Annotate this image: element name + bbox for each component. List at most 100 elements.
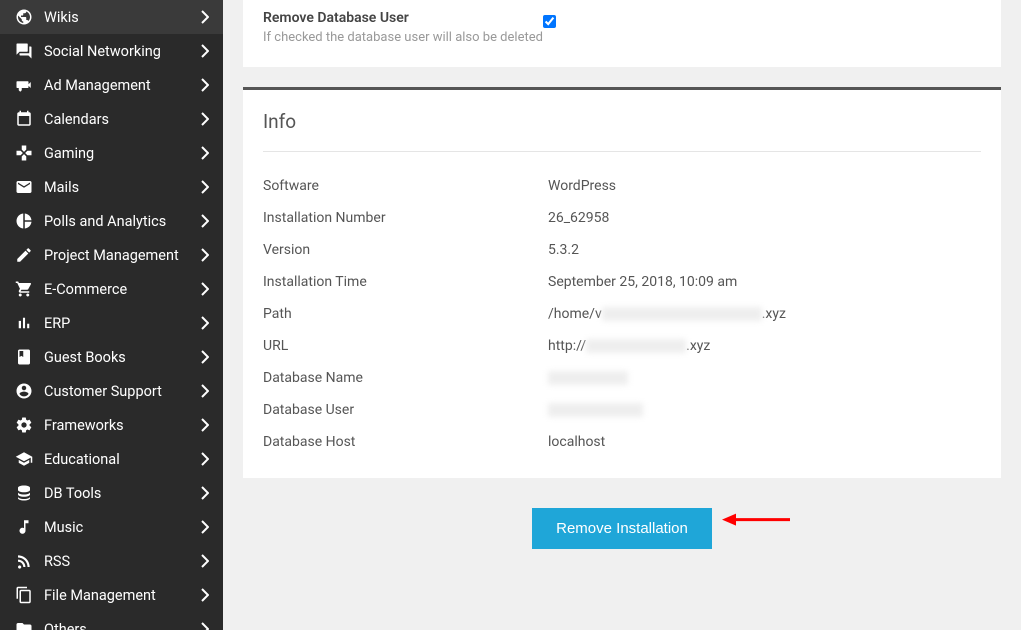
sidebar-item-erp[interactable]: ERP [0, 306, 223, 340]
info-label: URL [263, 338, 548, 354]
chevron-right-icon [201, 78, 209, 92]
info-value: September 25, 2018, 10:09 am [548, 274, 981, 290]
sidebar-item-music[interactable]: Music [0, 510, 223, 544]
sidebar-item-label: Social Networking [44, 43, 201, 60]
sidebar-item-label: File Management [44, 587, 201, 604]
chevron-right-icon [201, 316, 209, 330]
sidebar-item-rss[interactable]: RSS [0, 544, 223, 578]
chevron-right-icon [201, 554, 209, 568]
sidebar-item-ad-management[interactable]: Ad Management [0, 68, 223, 102]
info-label: Software [263, 178, 548, 194]
sidebar-item-label: Educational [44, 451, 201, 468]
sidebar-item-file-management[interactable]: File Management [0, 578, 223, 612]
sidebar-item-label: E-Commerce [44, 281, 201, 298]
redacted-text [548, 371, 628, 385]
rss-icon [14, 552, 34, 570]
url-suffix: .xyz [686, 338, 710, 354]
sidebar-item-label: ERP [44, 315, 201, 332]
sidebar-item-label: Project Management [44, 247, 201, 264]
sidebar-item-ecommerce[interactable]: E-Commerce [0, 272, 223, 306]
chevron-right-icon [201, 588, 209, 602]
sidebar-item-customer-support[interactable]: Customer Support [0, 374, 223, 408]
info-label: Installation Time [263, 274, 548, 290]
sidebar-item-polls-analytics[interactable]: Polls and Analytics [0, 204, 223, 238]
sidebar-item-gaming[interactable]: Gaming [0, 136, 223, 170]
remove-installation-button[interactable]: Remove Installation [532, 508, 712, 549]
chevron-right-icon [201, 282, 209, 296]
globe-icon [14, 8, 34, 26]
info-row-installation-time: Installation Time September 25, 2018, 10… [263, 266, 981, 298]
sidebar: Wikis Social Networking Ad Management Ca… [0, 0, 223, 630]
info-title: Info [263, 110, 981, 152]
sidebar-item-label: Frameworks [44, 417, 201, 434]
bullhorn-icon [14, 76, 34, 94]
remove-db-description: If checked the database user will also b… [263, 29, 543, 47]
sidebar-item-educational[interactable]: Educational [0, 442, 223, 476]
sidebar-item-wikis[interactable]: Wikis [0, 0, 223, 34]
sidebar-item-calendars[interactable]: Calendars [0, 102, 223, 136]
url-prefix: http:// [548, 338, 586, 354]
path-suffix: .xyz [762, 306, 786, 322]
sidebar-item-frameworks[interactable]: Frameworks [0, 408, 223, 442]
graduation-cap-icon [14, 450, 34, 468]
info-row-database-host: Database Host localhost [263, 426, 981, 458]
cart-icon [14, 280, 34, 298]
chevron-right-icon [201, 248, 209, 262]
sidebar-item-others[interactable]: Others [0, 612, 223, 630]
remove-db-panel: Remove Database User If checked the data… [243, 0, 1001, 67]
path-prefix: /home/v [548, 306, 602, 322]
sidebar-item-label: Wikis [44, 9, 201, 26]
info-row-database-name: Database Name [263, 362, 981, 394]
sidebar-item-db-tools[interactable]: DB Tools [0, 476, 223, 510]
redacted-text [548, 403, 643, 417]
info-row-version: Version 5.3.2 [263, 234, 981, 266]
sidebar-item-project-management[interactable]: Project Management [0, 238, 223, 272]
chevron-right-icon [201, 520, 209, 534]
remove-db-checkbox[interactable] [543, 15, 556, 28]
sidebar-item-mails[interactable]: Mails [0, 170, 223, 204]
sidebar-item-guest-books[interactable]: Guest Books [0, 340, 223, 374]
chevron-right-icon [201, 146, 209, 160]
action-row: Remove Installation [243, 478, 1001, 569]
chevron-right-icon [201, 452, 209, 466]
info-label: Version [263, 242, 548, 258]
remove-db-title: Remove Database User [263, 10, 543, 26]
sidebar-item-label: Calendars [44, 111, 201, 128]
sidebar-item-label: RSS [44, 553, 201, 570]
life-ring-icon [14, 382, 34, 400]
pie-chart-icon [14, 212, 34, 230]
info-row-path: Path /home/v .xyz [263, 298, 981, 330]
book-icon [14, 348, 34, 366]
chevron-right-icon [201, 622, 209, 630]
comments-icon [14, 42, 34, 60]
envelope-icon [14, 178, 34, 196]
sidebar-item-label: Customer Support [44, 383, 201, 400]
info-row-url: URL http:// .xyz [263, 330, 981, 362]
sidebar-item-label: DB Tools [44, 485, 201, 502]
chevron-right-icon [201, 44, 209, 58]
info-label: Database Name [263, 370, 548, 386]
folder-open-icon [14, 620, 34, 630]
sidebar-item-label: Mails [44, 179, 201, 196]
main-content: Remove Database User If checked the data… [223, 0, 1021, 630]
info-value: WordPress [548, 178, 981, 194]
sidebar-item-label: Music [44, 519, 201, 536]
info-label: Path [263, 306, 548, 322]
chevron-right-icon [201, 112, 209, 126]
info-value: http:// .xyz [548, 338, 981, 354]
sidebar-item-social-networking[interactable]: Social Networking [0, 34, 223, 68]
redacted-text [602, 307, 762, 321]
info-value: 26_62958 [548, 210, 981, 226]
music-icon [14, 518, 34, 536]
sidebar-item-label: Guest Books [44, 349, 201, 366]
info-value [548, 370, 981, 386]
sidebar-item-label: Others [44, 621, 201, 630]
chevron-right-icon [201, 10, 209, 24]
chevron-right-icon [201, 180, 209, 194]
info-label: Database User [263, 402, 548, 418]
gamepad-icon [14, 144, 34, 162]
redacted-text [586, 339, 686, 353]
info-row-database-user: Database User [263, 394, 981, 426]
calendar-icon [14, 110, 34, 128]
bar-chart-icon [14, 314, 34, 332]
